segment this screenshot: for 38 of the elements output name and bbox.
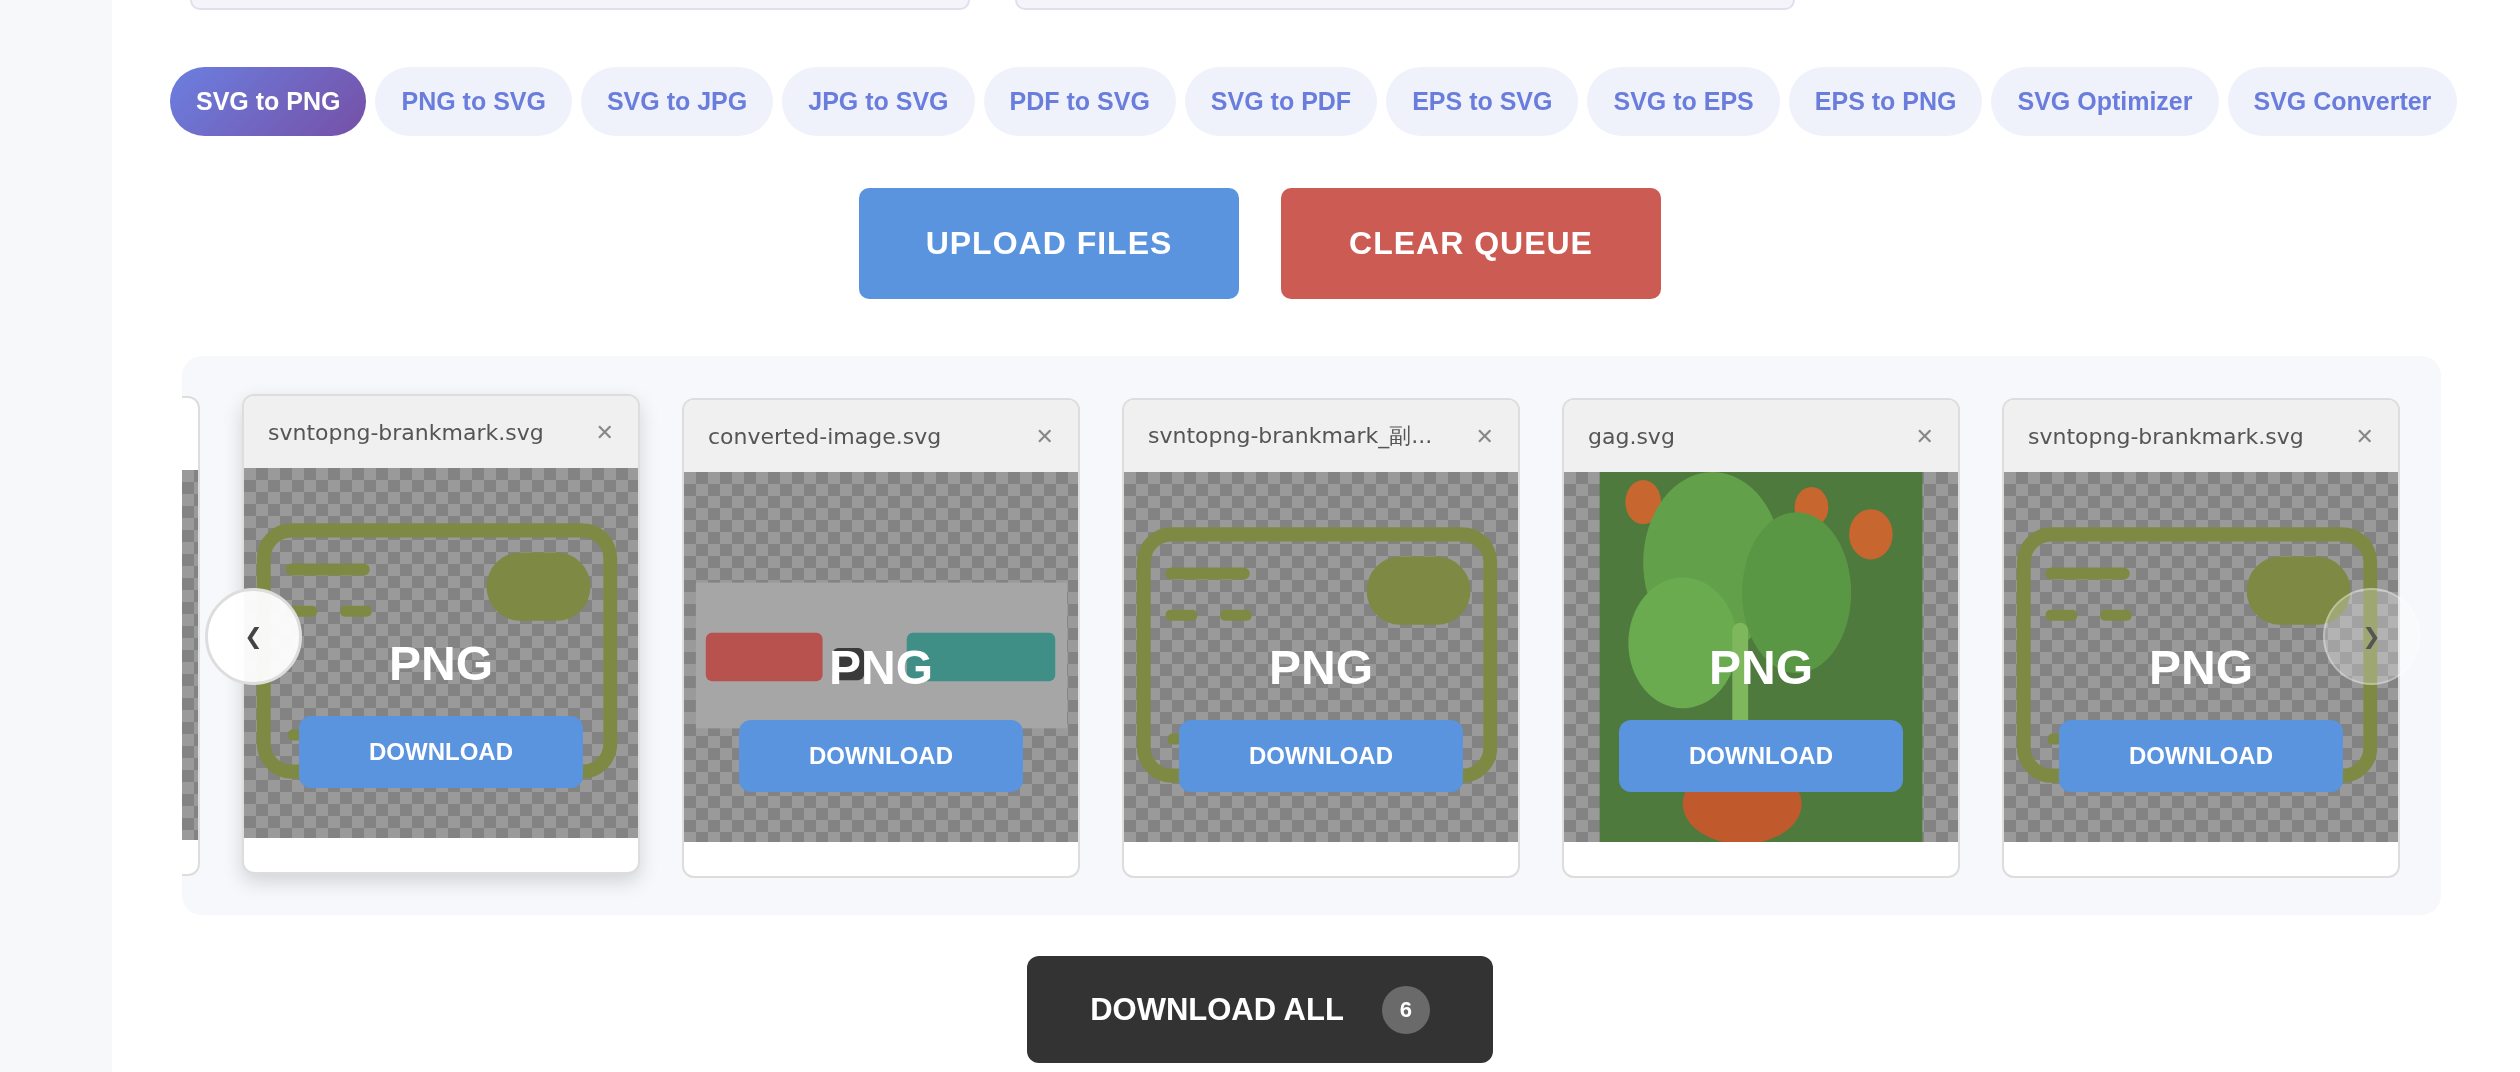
download-button[interactable]: DOWNLOAD — [739, 720, 1023, 792]
converter-tab[interactable]: SVG Optimizer — [1991, 67, 2219, 136]
converter-tab[interactable]: SVG to PDF — [1184, 67, 1378, 136]
converter-tab[interactable]: SVG to JPG — [580, 67, 774, 136]
upload-button[interactable]: UPLOAD FILES — [859, 188, 1239, 299]
next-button[interactable]: ❯ — [2323, 588, 2420, 685]
download-button[interactable]: DOWNLOAD — [1179, 720, 1463, 792]
close-icon[interactable]: ✕ — [595, 419, 614, 445]
format-label: PNG — [2149, 644, 2253, 692]
close-icon[interactable]: ✕ — [1915, 423, 1934, 449]
download-button[interactable]: DOWNLOAD — [299, 716, 583, 788]
download-button[interactable]: DOWNLOAD — [1619, 720, 1903, 792]
converter-tab[interactable]: SVG to PNG — [170, 67, 367, 136]
format-label: PNG — [1269, 644, 1373, 692]
close-icon[interactable]: ✕ — [2355, 423, 2374, 449]
converter-tab[interactable]: EPS to PNG — [1788, 67, 1983, 136]
converter-tab[interactable]: SVG Converter — [2227, 67, 2458, 136]
converter-tab[interactable]: JPG to SVG — [782, 67, 975, 136]
format-label: PNG — [829, 644, 933, 692]
file-name: svntopng-brankmark.svg — [268, 419, 544, 445]
converter-tab[interactable]: EPS to SVG — [1386, 67, 1579, 136]
format-label: PNG — [1709, 644, 1813, 692]
download-button[interactable]: DOWNLOAD — [2059, 720, 2343, 792]
close-icon[interactable]: ✕ — [1475, 423, 1494, 449]
close-icon[interactable]: ✕ — [1035, 423, 1054, 449]
converter-tab[interactable]: SVG to EPS — [1587, 67, 1780, 136]
format-label: PNG — [389, 640, 493, 688]
input-field[interactable] — [190, 0, 970, 10]
clear-queue-button[interactable]: CLEAR QUEUE — [1281, 188, 1661, 299]
file-count-badge: 6 — [1381, 985, 1430, 1034]
download-all-button[interactable]: DOWNLOAD ALL 6 — [1027, 956, 1493, 1063]
file-name: svntopng-brankmark_副... — [1148, 422, 1433, 451]
converter-tab[interactable]: PDF to SVG — [983, 67, 1176, 136]
file-name: gag.svg — [1588, 423, 1675, 449]
input-field[interactable] — [1015, 0, 1795, 10]
file-name: converted-image.svg — [708, 423, 942, 449]
file-name: svntopng-brankmark.svg — [2028, 423, 2304, 449]
converter-tab[interactable]: PNG to SVG — [375, 67, 572, 136]
